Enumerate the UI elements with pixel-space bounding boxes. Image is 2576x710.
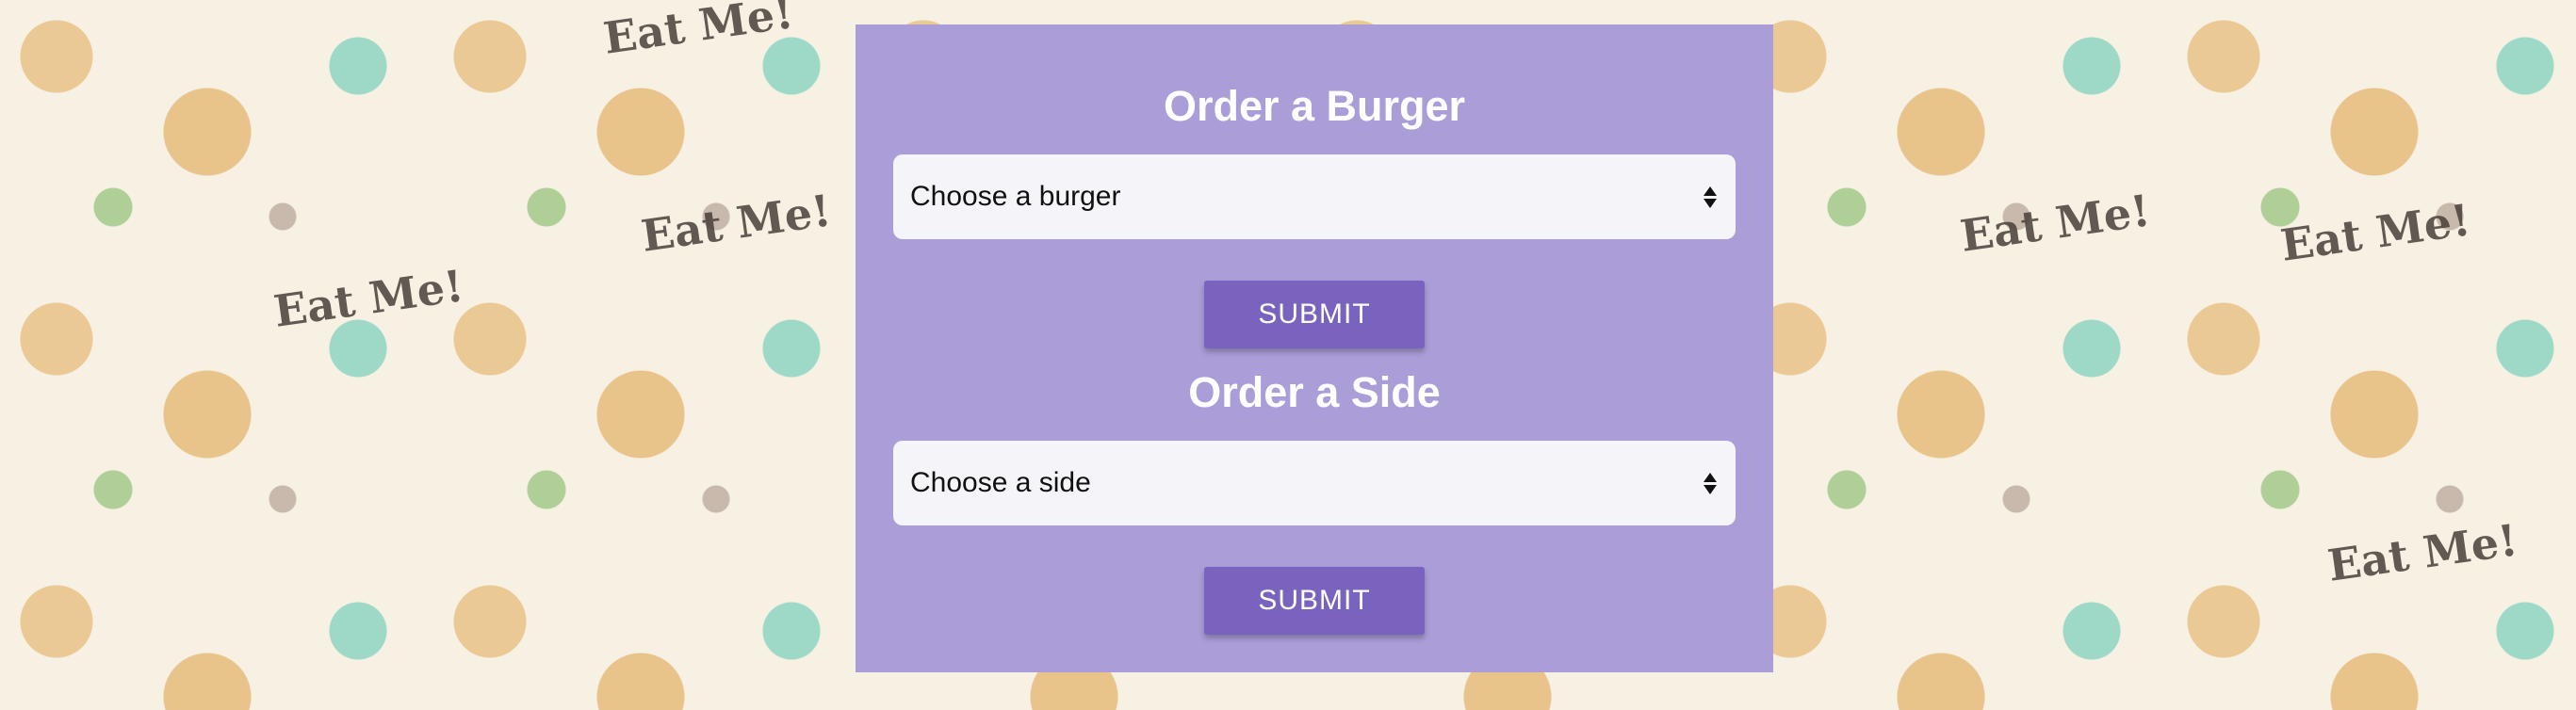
burger-select[interactable]: Choose a burger xyxy=(893,154,1736,239)
background-text: Eat Me! xyxy=(2277,194,2474,271)
burger-section-title: Order a Burger xyxy=(1163,82,1466,130)
side-submit-button[interactable]: SUBMIT xyxy=(1204,567,1425,635)
background-text: Eat Me! xyxy=(638,185,835,262)
burger-select-value: Choose a burger xyxy=(910,181,1121,212)
background-text: Eat Me! xyxy=(1957,185,2154,262)
order-panel: Order a Burger Choose a burger SUBMIT Or… xyxy=(856,24,1773,672)
up-down-arrows-icon xyxy=(1702,186,1719,208)
side-section-title: Order a Side xyxy=(1188,368,1441,416)
side-select[interactable]: Choose a side xyxy=(893,441,1736,525)
background-text: Eat Me! xyxy=(270,260,467,337)
background-text: Eat Me! xyxy=(2324,514,2521,591)
burger-submit-button[interactable]: SUBMIT xyxy=(1204,281,1425,348)
up-down-arrows-icon xyxy=(1702,472,1719,494)
background-text: Eat Me! xyxy=(600,0,797,64)
side-select-value: Choose a side xyxy=(910,467,1091,498)
